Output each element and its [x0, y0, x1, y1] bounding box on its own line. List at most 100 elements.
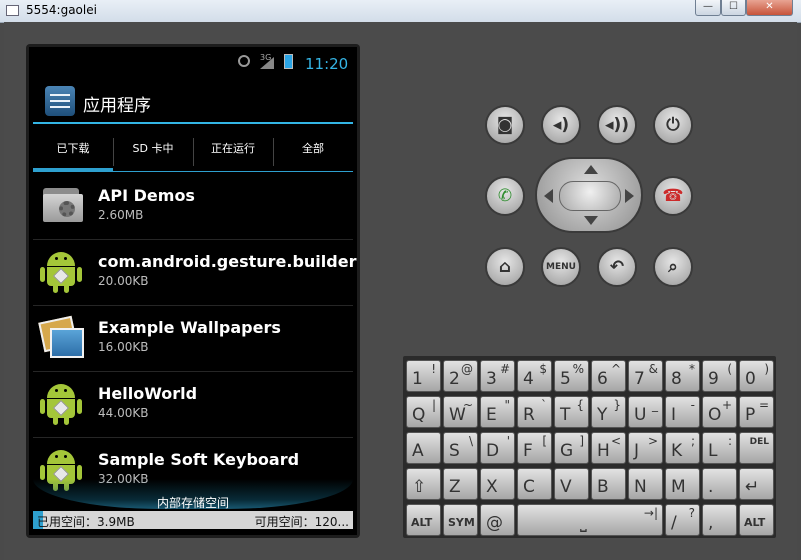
key-0-4[interactable]: 5% [554, 360, 589, 392]
settings-icon[interactable] [45, 86, 75, 116]
back-icon[interactable]: ↶ [597, 247, 637, 287]
key-4-2[interactable]: @ [480, 504, 515, 536]
key-1-6[interactable]: U _ [628, 396, 663, 428]
list-item[interactable]: com.android.gesture.builder 20.00KB [33, 240, 356, 306]
key-2-1[interactable]: S \ [443, 432, 478, 464]
key-1-8[interactable]: O + [702, 396, 737, 428]
key-1-5[interactable]: Y} [591, 396, 626, 428]
key-3-5[interactable]: B [591, 468, 626, 500]
key-2-3[interactable]: F[ [517, 432, 552, 464]
key-2-9[interactable]: DEL [739, 432, 774, 464]
key-3-6[interactable]: N [628, 468, 663, 500]
key-shift-label: ^ [610, 362, 621, 376]
app-size: 2.60MB [98, 208, 144, 222]
key-3-0[interactable]: ⇧ [406, 468, 441, 500]
dpad-up-icon[interactable] [584, 165, 598, 174]
key-4-0[interactable]: ALT [406, 504, 441, 536]
power-icon[interactable]: ⏻ [653, 105, 693, 145]
dpad-right-icon[interactable] [625, 189, 634, 203]
list-item[interactable]: Example Wallpapers 16.00KB [33, 306, 353, 372]
key-0-3[interactable]: 4 $ [517, 360, 552, 392]
key-main-label: S [449, 441, 460, 461]
key-2-5[interactable]: H < [591, 432, 626, 464]
camera-icon[interactable]: ◙ [485, 105, 525, 145]
tab-downloaded[interactable]: 已下载 [33, 132, 113, 172]
list-item[interactable]: HelloWorld 44.00KB [33, 372, 353, 438]
key-1-2[interactable]: E " [480, 396, 515, 428]
key-0-0[interactable]: 1! [406, 360, 441, 392]
key-4-1[interactable]: SYM [443, 504, 478, 536]
key-main-label: ALT [744, 516, 766, 529]
dpad-down-icon[interactable] [584, 216, 598, 225]
key-2-2[interactable]: D ' [480, 432, 515, 464]
hardware-keyboard: 1! 2 @3 #4 $5% 6 ^ 7 & 8 * 9(0) Q | W ~ E " R ` T{Y} U _ I - O + P =… [403, 356, 776, 538]
key-2-0[interactable]: A [406, 432, 441, 464]
key-0-2[interactable]: 3 # [480, 360, 515, 392]
app-name: HelloWorld [98, 384, 198, 403]
key-3-9[interactable]: ↵ [739, 468, 774, 500]
home-icon[interactable]: ⌂ [485, 247, 525, 287]
key-0-7[interactable]: 8 * [665, 360, 700, 392]
key-2-4[interactable]: G] [554, 432, 589, 464]
key-4-5[interactable]: , [702, 504, 737, 536]
key-3-8[interactable]: . [702, 468, 737, 500]
key-shift-label: [ [542, 434, 547, 448]
folder-gear-icon [39, 184, 83, 228]
window-title: 5554:gaolei [26, 3, 97, 17]
window-app-icon [6, 5, 19, 16]
key-2-8[interactable]: L: [702, 432, 737, 464]
volume-down-icon[interactable]: ◂) [541, 105, 581, 145]
tab-sd-card[interactable]: SD 卡中 [113, 132, 193, 172]
key-1-7[interactable]: I- [665, 396, 700, 428]
key-2-7[interactable]: K; [665, 432, 700, 464]
key-0-6[interactable]: 7 & [628, 360, 663, 392]
call-icon[interactable]: ✆ [485, 176, 525, 216]
key-main-label: L [708, 441, 718, 461]
app-name: Example Wallpapers [98, 318, 281, 337]
maximize-button[interactable]: ☐ [721, 0, 746, 16]
close-button[interactable]: ✕ [746, 0, 793, 16]
dpad-center-button[interactable] [559, 181, 621, 211]
key-1-9[interactable]: P = [739, 396, 774, 428]
tab-all[interactable]: 全部 [273, 132, 353, 172]
minimize-button[interactable]: — [695, 0, 721, 16]
search-icon[interactable]: ⌕ [653, 247, 693, 287]
space-key[interactable]: ⎵ →| [517, 504, 663, 536]
key-0-5[interactable]: 6 ^ [591, 360, 626, 392]
key-1-4[interactable]: T{ [554, 396, 589, 428]
key-2-6[interactable]: J > [628, 432, 663, 464]
key-3-3[interactable]: C [517, 468, 552, 500]
key-main-label: / [671, 513, 677, 533]
storage-label: 内部存储空间 [156, 496, 229, 510]
volume-up-icon[interactable]: ◂)) [597, 105, 637, 145]
key-main-label: V [560, 477, 572, 497]
key-shift-label: ? [688, 506, 695, 520]
key-1-3[interactable]: R ` [517, 396, 552, 428]
menu-button[interactable]: MENU [541, 247, 581, 287]
key-3-7[interactable]: M [665, 468, 700, 500]
key-0-1[interactable]: 2 @ [443, 360, 478, 392]
key-0-9[interactable]: 0) [739, 360, 774, 392]
key-3-4[interactable]: V [554, 468, 589, 500]
key-main-label: 3 [486, 369, 497, 389]
key-3-2[interactable]: X [480, 468, 515, 500]
storage-bar: 已用空间：3.9MB 可用空间：120... [33, 511, 353, 529]
key-4-4[interactable]: /? [665, 504, 700, 536]
key-1-1[interactable]: W ~ [443, 396, 478, 428]
key-shift-label: ! [431, 362, 436, 376]
dpad[interactable] [535, 157, 643, 233]
list-item[interactable]: API Demos 2.60MB [33, 174, 353, 240]
app-name: Sample Soft Keyboard [98, 450, 300, 469]
key-shift-label: " [504, 398, 510, 412]
key-0-8[interactable]: 9( [702, 360, 737, 392]
key-1-0[interactable]: Q | [406, 396, 441, 428]
key-shift-label: ( [727, 362, 732, 376]
key-3-1[interactable]: Z [443, 468, 478, 500]
wallpaper-icon [38, 315, 84, 360]
key-4-6[interactable]: ALT [739, 504, 774, 536]
dpad-left-icon[interactable] [544, 189, 553, 203]
tab-running[interactable]: 正在运行 [193, 132, 273, 172]
end-call-icon[interactable]: ☎ [653, 176, 693, 216]
key-main-label: 6 [597, 369, 608, 389]
device-screen: 3G 11:20 应用程序 已下载 SD 卡中 正在运行 全部 API Demo… [29, 47, 357, 535]
